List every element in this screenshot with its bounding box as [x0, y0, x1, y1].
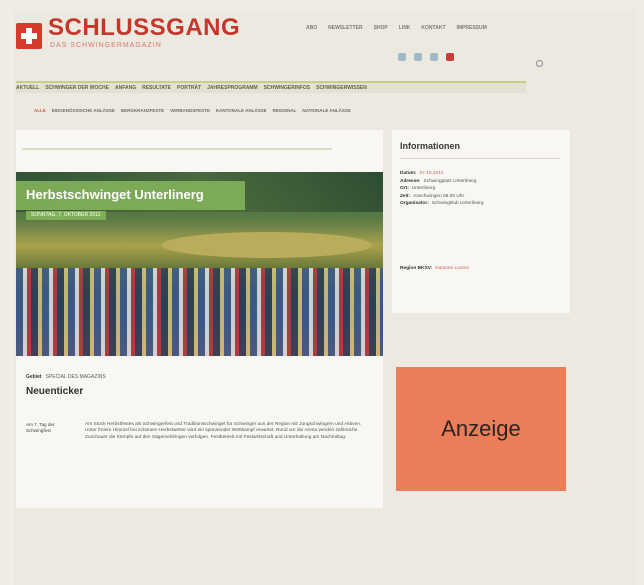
- info-row: Ort: Unterlinerg: [400, 186, 436, 192]
- topnav-item[interactable]: LINK: [399, 25, 411, 31]
- mainnav-item[interactable]: AKTUELL: [16, 83, 39, 93]
- info-row: Adresse: Schwingplatz Unterlinerg: [400, 178, 477, 184]
- topnav-item[interactable]: KONTAKT: [421, 25, 445, 31]
- logo-cross-icon[interactable]: [16, 23, 42, 49]
- subnav-item[interactable]: NATIONALE ANLÄSSE: [302, 108, 351, 113]
- subnav-item[interactable]: KANTONALE ANLÄSSE: [216, 108, 267, 113]
- site-title[interactable]: SCHLUSSGANG: [48, 14, 240, 42]
- article-meta: Am 7. Tag der Schwingfest: [26, 422, 55, 433]
- date-badge: SONNTAG, 7. OKTOBER 2012: [26, 211, 106, 220]
- social-links: [398, 53, 454, 61]
- advertisement[interactable]: Anzeige: [396, 367, 566, 491]
- mainnav-item[interactable]: RESULTATE: [142, 83, 171, 93]
- mainnav-item[interactable]: SCHWINGERINFOS: [264, 83, 310, 93]
- info-row: Organisator: Schwingklub Unterlinerg: [400, 201, 484, 207]
- mainnav-item[interactable]: SCHWINGER DER WOCHE: [45, 83, 109, 93]
- mainnav-item[interactable]: SCHWINGERWISSEN: [316, 83, 367, 93]
- subnav-item[interactable]: REGIONAL: [273, 108, 297, 113]
- topnav-item[interactable]: NEWSLETTER: [328, 25, 362, 31]
- topnav-item[interactable]: ABO: [306, 25, 317, 31]
- article-title: Herbstschwinget Unterlinerg: [26, 187, 204, 202]
- topnav-item[interactable]: SHOP: [374, 25, 388, 31]
- kicker-label: Gebiet: [26, 374, 42, 380]
- info-row: Datum: 07.10.2012: [400, 171, 444, 176]
- breadcrumb: [22, 148, 332, 150]
- instagram-icon[interactable]: [430, 53, 438, 61]
- mainnav-item[interactable]: JAHRESPROGRAMM: [207, 83, 258, 93]
- top-navigation: ABO NEWSLETTER SHOP LINK KONTAKT IMPRESS…: [306, 25, 487, 31]
- subnav-item[interactable]: VERBANDSFESTE: [170, 108, 210, 113]
- facebook-icon[interactable]: [398, 53, 406, 61]
- info-title: Informationen: [400, 141, 460, 151]
- sub-navigation: ALLE EIDGENÖSSISCHE ANLÄSSE BERGKRANZFES…: [34, 108, 351, 113]
- article-heading: Neuenticker: [26, 386, 84, 397]
- subnav-item[interactable]: EIDGENÖSSISCHE ANLÄSSE: [52, 108, 115, 113]
- subnav-item[interactable]: BERGKRANZFESTE: [121, 108, 164, 113]
- divider: [400, 158, 560, 159]
- twitter-icon[interactable]: [414, 53, 422, 61]
- mainnav-item[interactable]: ANFANG: [115, 83, 136, 93]
- subnav-item-active[interactable]: ALLE: [34, 108, 46, 113]
- info-row-region: Region BKSV: Kantone Luzern: [400, 266, 470, 271]
- kicker-value: SPECIAL DES MAGAZINS: [45, 374, 106, 380]
- article-body: Am Stück Herbstfestes als Schwingerfest …: [85, 422, 362, 440]
- info-row: Zeit: Anschwingen 08.00 Uhr: [400, 193, 465, 199]
- youtube-icon[interactable]: [446, 53, 454, 61]
- search-icon[interactable]: [536, 54, 552, 67]
- mainnav-item[interactable]: PORTRÄT: [177, 83, 201, 93]
- ad-label: Anzeige: [441, 416, 521, 441]
- main-navigation: AKTUELL SCHWINGER DER WOCHE ANFANG RESUL…: [16, 81, 526, 93]
- topnav-item[interactable]: IMPRESSUM: [457, 25, 487, 31]
- info-list: Datum: 07.10.2012 Adresse: Schwingplatz Un…: [400, 170, 565, 208]
- site-subtitle: DAS SCHWINGERMAGAZIN: [50, 42, 162, 49]
- article-kicker: Gebiet SPECIAL DES MAGAZINS: [26, 374, 106, 380]
